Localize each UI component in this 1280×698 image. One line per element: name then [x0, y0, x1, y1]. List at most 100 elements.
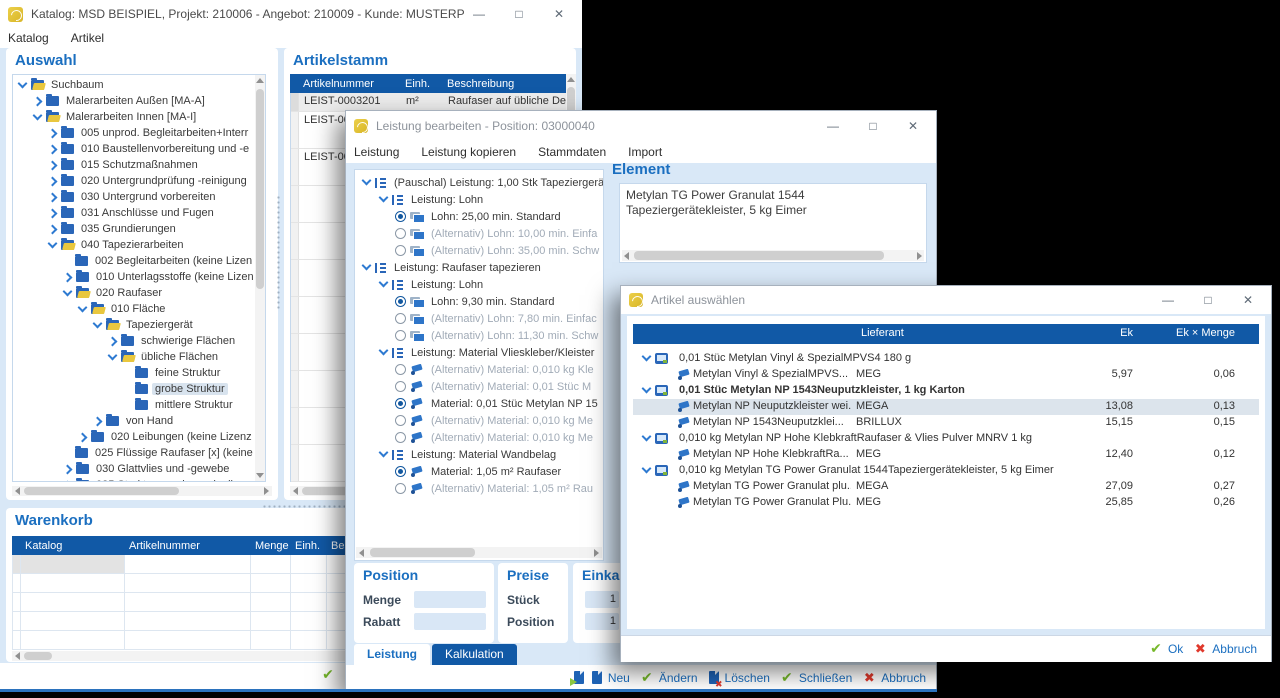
article-item-row[interactable]: Metylan Vinyl & SpezialMPVS...MEG5,970,0… [633, 367, 1259, 383]
article-group-row[interactable]: 0,01 Stüc Metylan NP 1543Neuputzkleister… [633, 383, 1259, 399]
radio-unselected[interactable] [395, 432, 406, 443]
tree-item[interactable]: 030 Untergrund vorbereiten [13, 189, 265, 205]
scroll-right-icon[interactable] [264, 487, 269, 495]
button-ok[interactable]: Ok [1148, 640, 1183, 658]
scroll-left-icon[interactable] [15, 487, 20, 495]
leistung-tree-item[interactable]: Leistung: Raufaser tapezieren [355, 259, 603, 276]
radio-unselected[interactable] [395, 381, 406, 392]
tree-item[interactable]: 010 Unterlagsstoffe (keine Lizen [13, 269, 265, 285]
tab-leistung[interactable]: Leistung [354, 644, 430, 665]
tab-kalkulation[interactable]: Kalkulation [432, 644, 517, 665]
scroll-left-icon[interactable] [359, 549, 364, 557]
button-ändern[interactable]: Ändern [639, 669, 698, 687]
chevron-right-icon[interactable] [47, 224, 59, 235]
leistung-tree-item[interactable]: Material: 0,01 Stüc Metylan NP 15 [355, 395, 603, 412]
radio-selected[interactable] [395, 296, 406, 307]
tree-item[interactable]: schwierige Flächen [13, 333, 265, 349]
chevron-right-icon[interactable] [47, 144, 59, 155]
article-item-row[interactable]: Metylan TG Power Granulat plu...MEGA27,0… [633, 479, 1259, 495]
chevron-right-icon[interactable] [107, 336, 119, 347]
radio-selected[interactable] [395, 466, 406, 477]
chevron-right-icon[interactable] [32, 96, 44, 107]
tree-item[interactable]: 030 Glattvlies und -gewebe [13, 461, 265, 477]
tree-item[interactable]: 005 unprod. Begleitarbeiten+Interr [13, 125, 265, 141]
leistung-tree-item[interactable]: (Alternativ) Lohn: 7,80 min. Einfac [355, 310, 603, 327]
chevron-down-icon[interactable] [107, 352, 119, 363]
scroll-up-icon[interactable] [256, 78, 264, 83]
radio-unselected[interactable] [395, 415, 406, 426]
radio-selected[interactable] [395, 211, 406, 222]
maximize-button[interactable]: □ [1193, 291, 1223, 309]
chevron-down-icon[interactable] [32, 112, 44, 123]
chevron-right-icon[interactable] [92, 416, 104, 427]
article-item-row[interactable]: Metylan NP Neuputzkleister wei...MEGA13,… [633, 399, 1259, 415]
tree-item[interactable]: von Hand [13, 413, 265, 429]
menu-item-import[interactable]: Import [628, 145, 662, 159]
tree-item[interactable]: 015 Schutzmaßnahmen [13, 157, 265, 173]
tree-item[interactable]: 010 Fläche [13, 301, 265, 317]
scroll-right-icon[interactable] [594, 549, 599, 557]
chevron-down-icon[interactable] [47, 240, 59, 251]
einkauf-field[interactable]: 1 [585, 613, 619, 630]
button-schließen[interactable]: Schließen [779, 669, 852, 687]
scroll-thumb[interactable] [256, 89, 264, 289]
tree-item[interactable]: 020 Raufaser [13, 285, 265, 301]
chevron-right-icon[interactable] [62, 480, 74, 483]
tree-item[interactable]: Suchbaum [13, 77, 265, 93]
tree-item[interactable]: 020 Untergrundprüfung -reinigung [13, 173, 265, 189]
close-button[interactable]: ✕ [898, 117, 928, 135]
scroll-right-icon[interactable] [917, 252, 922, 260]
menu-item-katalog[interactable]: Katalog [8, 31, 49, 45]
chevron-down-icon[interactable] [17, 80, 29, 91]
chevron-down-icon[interactable] [361, 177, 373, 188]
scroll-down-icon[interactable] [256, 473, 264, 478]
leistung-tree-hscrollbar[interactable] [356, 547, 602, 558]
maximize-button[interactable]: □ [504, 5, 534, 23]
menu-item-artikel[interactable]: Artikel [71, 31, 104, 45]
maximize-button[interactable]: □ [858, 117, 888, 135]
button-abbruch[interactable]: Abbruch [1192, 640, 1257, 658]
leistung-tree-item[interactable]: (Alternativ) Lohn: 11,30 min. Schw [355, 327, 603, 344]
splitter-handle[interactable] [276, 195, 280, 310]
article-group-row[interactable]: 0,010 kg Metylan TG Power Granulat 1544T… [633, 463, 1259, 479]
chevron-right-icon[interactable] [77, 432, 89, 443]
menu-item-stammdaten[interactable]: Stammdaten [538, 145, 606, 159]
chevron-down-icon[interactable] [378, 194, 390, 205]
tree-item[interactable]: mittlere Struktur [13, 397, 265, 413]
scroll-thumb[interactable] [24, 652, 52, 660]
leistung-tree-item[interactable]: Leistung: Lohn [355, 191, 603, 208]
tree-item[interactable]: 010 Baustellenvorbereitung und -e [13, 141, 265, 157]
article-item-row[interactable]: Metylan NP Hohe KlebkraftRa...MEG12,400,… [633, 447, 1259, 463]
article-item-row[interactable]: Metylan TG Power Granulat Plu...MEG25,85… [633, 495, 1259, 511]
apply-check-icon[interactable] [320, 666, 336, 684]
auswahl-vscrollbar[interactable] [255, 75, 265, 481]
chevron-right-icon[interactable] [47, 208, 59, 219]
chevron-right-icon[interactable] [47, 192, 59, 203]
chevron-right-icon[interactable] [47, 176, 59, 187]
chevron-down-icon[interactable] [641, 353, 653, 364]
radio-unselected[interactable] [395, 245, 406, 256]
article-group-row[interactable]: 0,010 kg Metylan NP Hohe KlebkraftRaufas… [633, 431, 1259, 447]
tree-item[interactable]: 020 Leibungen (keine Lizenz [13, 429, 265, 445]
tree-item[interactable]: 035 Grundierungen [13, 221, 265, 237]
radio-unselected[interactable] [395, 483, 406, 494]
tree-item[interactable]: feine Struktur [13, 365, 265, 381]
button-löschen[interactable]: Löschen [707, 671, 770, 685]
tree-item[interactable]: Malerarbeiten Innen [MA-I] [13, 109, 265, 125]
tree-item[interactable]: 035 Strukturgewebe und -vlies [13, 477, 265, 482]
tree-item[interactable]: Malerarbeiten Außen [MA-A] [13, 93, 265, 109]
leistung-tree-item[interactable]: Leistung: Material Vlieskleber/Kleister [355, 344, 603, 361]
chevron-right-icon[interactable] [47, 128, 59, 139]
leistung-tree-item[interactable]: (Alternativ) Material: 0,010 kg Kle [355, 361, 603, 378]
minimize-button[interactable]: — [818, 117, 848, 135]
chevron-down-icon[interactable] [92, 320, 104, 331]
menu-item-leistung-kopieren[interactable]: Leistung kopieren [421, 145, 516, 159]
leistung-tree-item[interactable]: Leistung: Lohn [355, 276, 603, 293]
leistung-tree-item[interactable]: Material: 1,05 m² Raufaser [355, 463, 603, 480]
chevron-down-icon[interactable] [641, 433, 653, 444]
menge-field[interactable] [414, 591, 486, 608]
close-button[interactable]: ✕ [1233, 291, 1263, 309]
minimize-button[interactable]: — [1153, 291, 1183, 309]
leistung-tree-item[interactable]: (Alternativ) Material: 0,010 kg Me [355, 412, 603, 429]
tree-item[interactable]: 040 Tapezierarbeiten [13, 237, 265, 253]
